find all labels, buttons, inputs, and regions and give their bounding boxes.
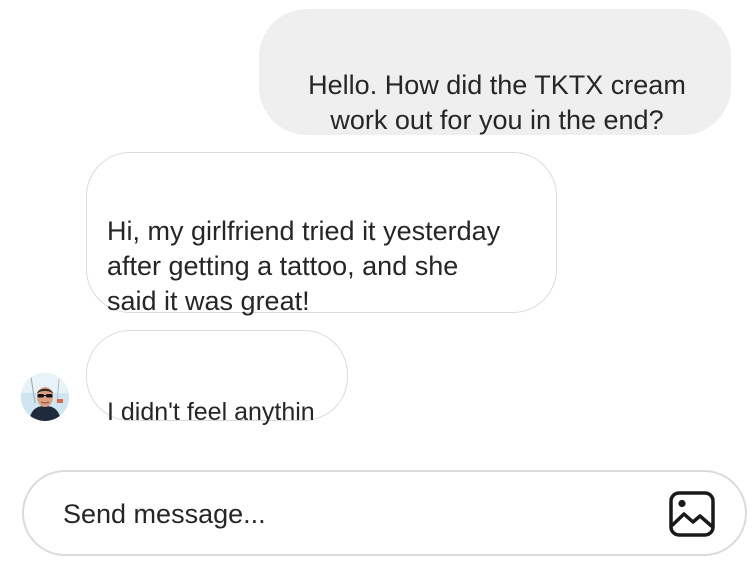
message-input[interactable] [63,492,623,536]
incoming-message-bubble: I didn't feel anythin [86,330,348,426]
message-text: I didn't feel anythin [107,398,315,426]
avatar[interactable] [21,373,69,421]
message-composer [22,470,747,556]
incoming-message-bubble: Hi, my girlfriend tried it yesterday aft… [86,152,557,316]
outgoing-message-bubble: Hello. How did the TKTX cream work out f… [259,9,731,135]
message-text: Hi, my girlfriend tried it yesterday aft… [107,216,501,316]
avatar-photo [21,373,69,421]
chat-thread: Hello. How did the TKTX cream work out f… [0,0,755,564]
image-icon[interactable] [669,491,715,537]
message-text: Hello. How did the TKTX cream work out f… [308,70,686,135]
